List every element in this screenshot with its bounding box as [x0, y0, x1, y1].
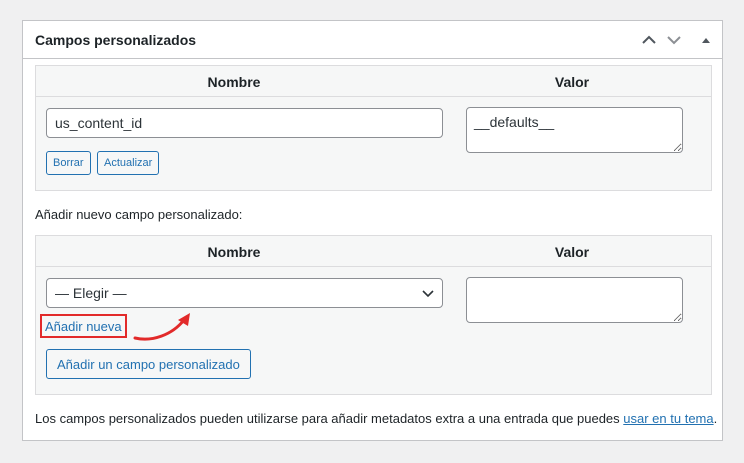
panel-title: Campos personalizados — [35, 32, 197, 48]
add-new-highlight: Añadir nueva — [40, 314, 127, 338]
update-button[interactable]: Actualizar — [97, 151, 160, 175]
add-custom-field-button[interactable]: Añadir un campo personalizado — [46, 349, 251, 379]
key-select[interactable]: — Elegir — — [46, 278, 443, 308]
chevron-down-icon[interactable] — [663, 29, 685, 51]
custom-fields-panel: Campos personalizados Nombre Valor __def… — [22, 20, 723, 441]
column-header-name: Nombre — [207, 244, 261, 260]
column-header-name: Nombre — [207, 74, 261, 90]
triangle-up-icon[interactable] — [695, 29, 717, 51]
select-value: — Elegir — — [55, 285, 127, 301]
chevron-up-icon[interactable] — [638, 29, 660, 51]
table-header: Nombre Valor — [36, 66, 711, 97]
column-header-value: Valor — [554, 74, 590, 90]
existing-fields-table: Nombre Valor __defaults__ Borrar Actuali… — [35, 65, 712, 191]
footer-note: Los campos personalizados pueden utiliza… — [35, 411, 717, 426]
add-field-table: Nombre Valor — Elegir — Añadir nueva Aña… — [35, 235, 712, 395]
chevron-down-icon — [421, 287, 435, 303]
field-value-textarea[interactable]: __defaults__ — [466, 107, 683, 153]
delete-button[interactable]: Borrar — [46, 151, 91, 175]
field-name-input[interactable] — [46, 108, 443, 138]
arrow-annotation-icon — [133, 313, 190, 341]
table-header: Nombre Valor — [36, 236, 711, 267]
footer-text: Los campos personalizados pueden utiliza… — [35, 411, 624, 426]
panel-header: Campos personalizados — [23, 21, 722, 59]
footer-period: . — [713, 411, 718, 426]
add-new-link[interactable]: Añadir nueva — [45, 319, 122, 334]
new-value-textarea[interactable] — [466, 277, 683, 323]
add-new-heading: Añadir nuevo campo personalizado: — [35, 207, 243, 222]
column-header-value: Valor — [554, 244, 590, 260]
use-in-theme-link[interactable]: usar en tu tema — [623, 411, 713, 426]
